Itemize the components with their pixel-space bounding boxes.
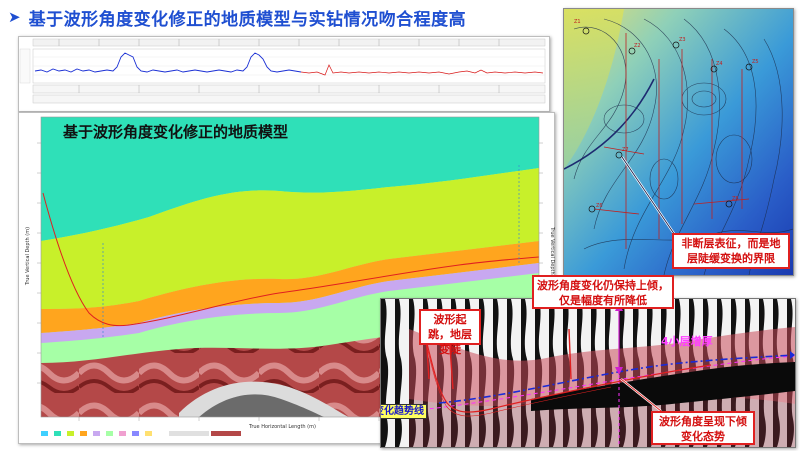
slide-title: ➤ 基于波形角度变化修正的地质模型与实钻情况吻合程度高 <box>8 4 466 30</box>
svg-text:Z1: Z1 <box>574 19 581 25</box>
model-title: 基于波形角度变化修正的地质模型 <box>63 123 289 141</box>
jump-callout: 波形起跳，地层变陡 <box>419 309 481 356</box>
svg-text:Z8: Z8 <box>732 196 739 202</box>
well-log-svg <box>19 37 549 111</box>
svg-text:Z2: Z2 <box>634 43 641 49</box>
svg-text:Z3: Z3 <box>679 37 686 43</box>
seismic-section-panel: 波形起跳，地层变陡 4小层增厚 波形变化趋势线 波形角度呈现下倾变化态势 <box>380 298 796 448</box>
trend-line-label: 波形变化趋势线 <box>381 404 427 419</box>
map-callout: 非断层表征，而是地层陡缓变换的界限 <box>672 233 790 269</box>
tilt-callout: 波形角度变化仍保持上倾，仅是幅度有所降低 <box>532 275 674 309</box>
down-trend-callout: 波形角度呈现下倾变化态势 <box>651 411 755 445</box>
svg-text:Z7: Z7 <box>622 147 629 153</box>
svg-text:Z5: Z5 <box>752 59 759 65</box>
x-axis-label: True Horizontal Length (m) <box>249 424 316 430</box>
svg-text:Z4: Z4 <box>716 61 723 67</box>
structure-map-panel: Z1 Z2 Z3 Z4 Z5 Z6 Z7 Z8 非断层表征，而是地层陡缓变换的界限 <box>563 8 794 276</box>
arrow-bullet-icon: ➤ <box>8 7 21 26</box>
y-axis-label-left: True Vertical Depth (m) <box>25 226 31 286</box>
slide-title-text: 基于波形角度变化修正的地质模型与实钻情况吻合程度高 <box>28 9 467 30</box>
svg-text:Z6: Z6 <box>596 203 603 209</box>
legend-strip <box>41 431 241 436</box>
thickness-label: 4小层增厚 <box>661 335 713 348</box>
well-log-strip <box>18 36 550 112</box>
